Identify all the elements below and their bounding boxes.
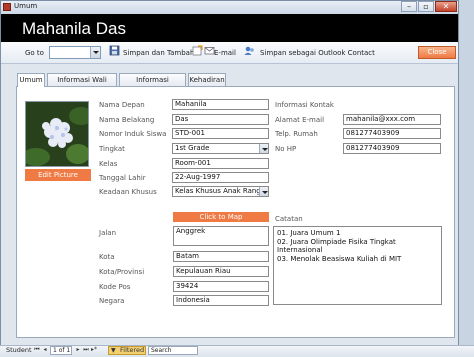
restore-icon[interactable]: ▫ [418, 1, 434, 12]
nama-belakang-field[interactable]: Das [172, 114, 269, 125]
tab-kehadiran[interactable]: Kehadiran [188, 73, 226, 86]
keadaan-khusus-value: Kelas Khusus Anak Rangkir [175, 187, 269, 195]
no-hp-field[interactable]: 081277403909 [343, 143, 441, 154]
note-line: 03. Menolak Beasiswa Kuliah di MIT [277, 254, 402, 263]
tingkat-label: Tingkat [99, 145, 125, 153]
last-record-icon[interactable]: ⏭ [82, 346, 90, 355]
tab-informasi-wali-murid[interactable]: Informasi Wali Murid [47, 73, 117, 96]
close-button[interactable]: Close [418, 46, 456, 59]
nama-depan-field[interactable]: Mahanila [172, 99, 269, 110]
outlook-contact-icon [244, 46, 254, 55]
informasi-kontak-heading: Informasi Kontak [275, 101, 334, 109]
email-button[interactable]: E-mail [214, 49, 236, 57]
jalan-field[interactable]: Anggrek [173, 226, 269, 246]
edit-picture-button[interactable]: Edit Picture [25, 169, 91, 181]
catatan-label: Catatan [275, 215, 303, 223]
kelas-field[interactable]: Room-001 [172, 158, 269, 169]
save-icon[interactable] [109, 45, 120, 56]
close-window-icon[interactable]: ✕ [435, 1, 457, 12]
keadaan-khusus-combo[interactable]: Kelas Khusus Anak Rangkir [172, 186, 269, 197]
tingkat-combo[interactable]: 1st Grade [172, 143, 269, 154]
negara-field[interactable]: Indonesia [173, 295, 269, 306]
student-photo [25, 101, 89, 167]
tingkat-value: 1st Grade [175, 144, 210, 152]
provinsi-label: Kota/Provinsi [99, 268, 145, 276]
save-as-outlook-contact-button[interactable]: Simpan sebagai Outlook Contact [260, 49, 375, 57]
jalan-label: Jalan [99, 229, 117, 237]
nomor-induk-field[interactable]: STD-001 [172, 128, 269, 139]
telp-rumah-label: Telp. Rumah [275, 130, 318, 138]
kelas-label: Kelas [99, 160, 118, 168]
tanggal-lahir-label: Tanggal Lahir [99, 174, 146, 182]
access-app-icon [3, 3, 11, 11]
tanggal-lahir-field[interactable]: 22-Aug-1997 [172, 172, 269, 183]
goto-label: Go to [25, 49, 44, 57]
note-line: 01. Juara Umum 1 [277, 229, 341, 237]
keadaan-khusus-label: Keadaan Khusus [99, 188, 157, 196]
current-record-field[interactable]: 1 of 1 [50, 346, 72, 355]
nama-belakang-label: Nama Belakang [99, 116, 155, 124]
new-record-icon [192, 45, 203, 56]
note-line: 02. Juara Olimpiade Fisika Tingkat Inter… [277, 237, 396, 255]
search-box[interactable]: Search [148, 346, 198, 355]
provinsi-field[interactable]: Kepulauan Riau [173, 266, 269, 277]
click-to-map-button[interactable]: Click to Map [173, 212, 269, 222]
minimize-icon[interactable]: – [401, 1, 417, 12]
nama-depan-label: Nama Depan [99, 101, 145, 109]
first-record-icon[interactable]: ⏮ [33, 346, 41, 355]
kode-pos-field[interactable]: 39424 [173, 281, 269, 292]
funnel-icon: ▼ [111, 347, 116, 354]
new-record-nav-icon[interactable]: ▸* [90, 346, 98, 355]
window-titlebar [1, 1, 458, 14]
chevron-down-icon[interactable] [259, 187, 268, 196]
tab-informasi-kesehatan[interactable]: Informasi Kesehatan [119, 73, 186, 96]
previous-record-icon[interactable]: ◂ [41, 346, 49, 355]
email-field[interactable]: mahanila@xxx.com [343, 114, 441, 125]
tab-umum[interactable]: Umum [17, 73, 45, 87]
nomor-induk-label: Nomor Induk Siswa [99, 130, 167, 138]
student-name-title: Mahanila Das [22, 19, 126, 38]
email-label: Alamat E-mail [275, 116, 325, 124]
next-record-icon[interactable]: ▸ [74, 346, 82, 355]
telp-rumah-field[interactable]: 081277403909 [343, 128, 441, 139]
filtered-label: Filtered [120, 346, 145, 354]
record-label: Student [6, 346, 32, 354]
window-title: Umum [14, 2, 38, 10]
negara-label: Negara [99, 297, 125, 305]
filtered-toggle[interactable]: ▼ Filtered [108, 346, 146, 355]
chevron-down-icon[interactable] [90, 47, 100, 58]
catatan-textarea[interactable]: 01. Juara Umum 1 02. Juara Olimpiade Fis… [273, 226, 442, 305]
kode-pos-label: Kode Pos [99, 283, 131, 291]
goto-combo[interactable] [49, 46, 101, 59]
kota-field[interactable]: Batam [173, 251, 269, 262]
kota-label: Kota [99, 253, 115, 261]
no-hp-label: No HP [275, 145, 297, 153]
background-app-area [458, 0, 474, 357]
chevron-down-icon[interactable] [259, 144, 268, 153]
save-and-new-button[interactable]: Simpan dan Tambah [123, 49, 194, 57]
